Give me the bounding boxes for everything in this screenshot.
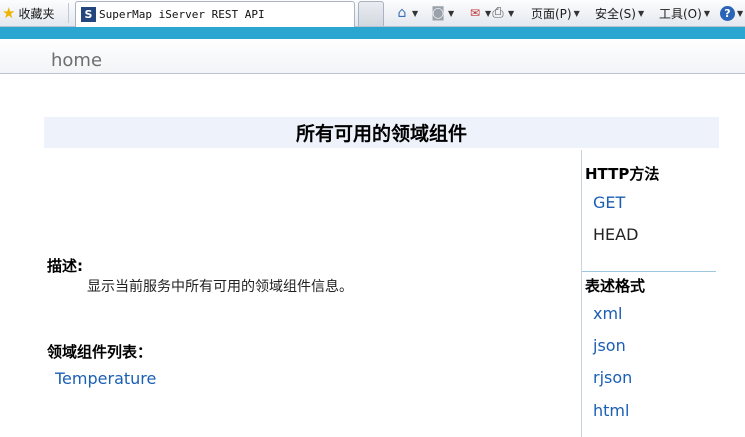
mail-icon: ✉	[469, 6, 481, 20]
page-menu-label: 页面(P)	[531, 6, 572, 21]
format-link-json[interactable]: json	[593, 336, 626, 355]
chevron-down-icon: ▼	[508, 8, 515, 18]
sidebar-divider	[582, 271, 716, 272]
help-icon: ?	[720, 5, 735, 21]
home-link[interactable]: home	[51, 50, 102, 71]
browser-command-bar: ★ 收藏夹 S SuperMap iServer REST API ⌂ ▼ ◙ ▼ …	[0, 0, 745, 27]
http-method-head: HEAD	[593, 225, 639, 244]
chevron-down-icon: ▼	[448, 8, 455, 18]
format-link-html[interactable]: html	[593, 401, 629, 420]
title-band: 所有可用的领域组件	[44, 117, 719, 148]
page-title: 所有可用的领域组件	[295, 123, 467, 145]
format-link-xml[interactable]: xml	[593, 304, 623, 323]
http-methods-title: HTTP方法	[585, 165, 660, 183]
page-menu[interactable]: 页面(P) ▼	[531, 3, 580, 23]
toolbar-separator	[68, 3, 69, 23]
feeds-button[interactable]: ◙ ▼	[430, 3, 454, 23]
rss-icon: ◙	[431, 5, 445, 21]
help-button[interactable]: ? ▼	[720, 3, 743, 23]
component-list-label: 领域组件列表：	[47, 343, 153, 361]
mail-button[interactable]: ✉ ▼	[467, 3, 491, 23]
tab-title: SuperMap iServer REST API	[99, 8, 265, 21]
favorites-label: 收藏夹	[18, 6, 55, 21]
new-tab-button[interactable]	[358, 1, 384, 26]
format-link-rjson[interactable]: rjson	[593, 368, 632, 387]
description-text: 显示当前服务中所有可用的领域组件信息。	[87, 279, 353, 295]
formats-title: 表述格式	[585, 277, 646, 295]
browser-tab[interactable]: S SuperMap iServer REST API	[75, 1, 355, 27]
supermap-icon: S	[81, 7, 96, 22]
print-button[interactable]: ⎙ ▼	[490, 3, 514, 23]
tools-menu-label: 工具(O)	[659, 6, 702, 21]
tools-menu[interactable]: 工具(O) ▼	[659, 3, 710, 23]
safety-menu-label: 安全(S)	[595, 6, 636, 21]
safety-menu[interactable]: 安全(S) ▼	[595, 3, 644, 23]
star-icon: ★	[2, 3, 16, 22]
favorites-button[interactable]: ★ 收藏夹	[2, 3, 54, 23]
chevron-down-icon: ▼	[573, 8, 580, 18]
accent-bar	[0, 27, 745, 39]
http-method-get[interactable]: GET	[593, 193, 625, 212]
printer-icon: ⎙	[492, 5, 504, 21]
sidebar-border	[581, 150, 582, 437]
chevron-down-icon: ▼	[637, 8, 645, 18]
chevron-down-icon: ▼	[412, 8, 419, 18]
component-link-temperature[interactable]: Temperature	[55, 369, 156, 388]
page-header	[0, 39, 745, 74]
description-label: 描述:	[47, 257, 83, 275]
chevron-down-icon: ▼	[703, 8, 710, 18]
home-button[interactable]: ⌂ ▼	[394, 3, 419, 23]
home-icon: ⌂	[397, 5, 407, 21]
chevron-down-icon: ▼	[737, 8, 744, 18]
